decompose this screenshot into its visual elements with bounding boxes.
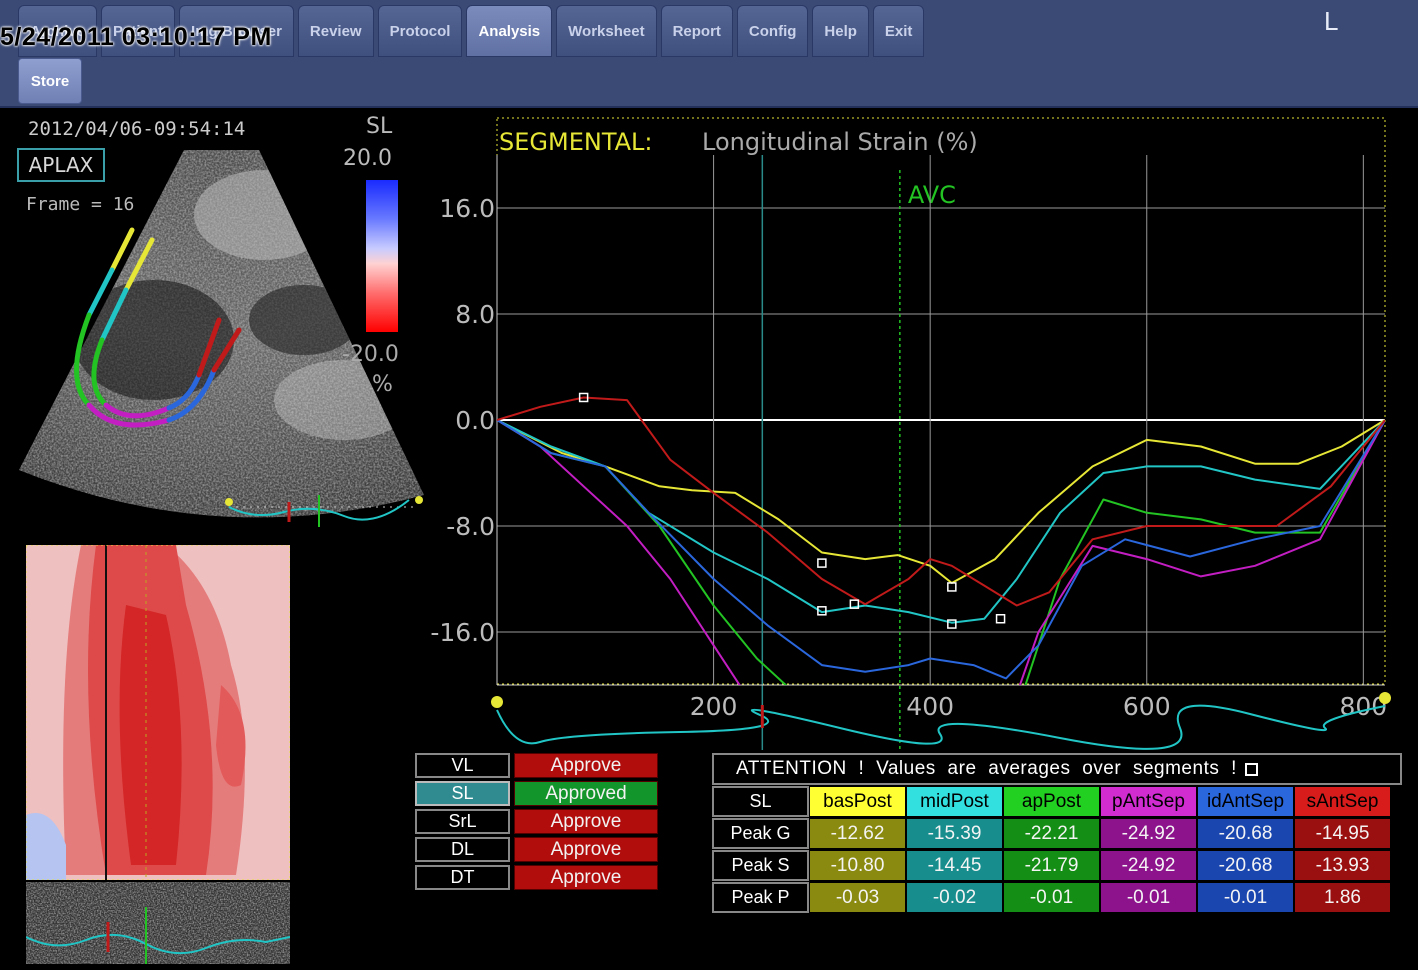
table-cell: -12.62 xyxy=(809,818,906,849)
tab-exit[interactable]: Exit xyxy=(872,5,925,57)
table-cell: -0.01 xyxy=(1100,882,1197,913)
table-corner-label: SL xyxy=(712,786,809,817)
measurement-vl[interactable]: VL xyxy=(415,753,510,778)
table-cell: -21.79 xyxy=(1003,850,1100,881)
table-cell: -22.21 xyxy=(1003,818,1100,849)
table-cell: -13.93 xyxy=(1294,850,1391,881)
table-row: Peak G -12.62 -15.39 -22.21 -24.92 -20.68 -14.… xyxy=(712,818,1402,849)
avc-label: AVC xyxy=(908,181,956,209)
attention-banner: ATTENTION ! Values are averages over seg… xyxy=(712,753,1402,785)
table-row: Peak S -10.80 -14.45 -21.79 -24.92 -20.68 -13.… xyxy=(712,850,1402,881)
segment-values-table: ATTENTION ! Values are averages over seg… xyxy=(712,753,1402,913)
table-cell: -20.68 xyxy=(1197,818,1294,849)
segment-header: idAntSep xyxy=(1197,786,1294,817)
tab-worksheet[interactable]: Worksheet xyxy=(556,5,657,57)
mini-mmode-strip xyxy=(26,882,290,964)
status-row: SrL Approve xyxy=(415,809,658,834)
row-label: Peak P xyxy=(712,882,809,913)
ecg-start-handle[interactable] xyxy=(491,696,503,708)
table-cell: -0.01 xyxy=(1197,882,1294,913)
measurement-sl[interactable]: SL xyxy=(415,781,510,806)
colorbar-min: -20.0 xyxy=(342,342,399,367)
view-label: APLAX xyxy=(17,148,105,182)
table-row: Peak P -0.03 -0.02 -0.01 -0.01 -0.01 1.86 xyxy=(712,882,1402,913)
segment-header: midPost xyxy=(906,786,1003,817)
table-cell: -14.95 xyxy=(1294,818,1391,849)
chart-title: SEGMENTAL: xyxy=(499,128,653,156)
tab-review[interactable]: Review xyxy=(297,5,374,57)
segment-header: apPost xyxy=(1003,786,1100,817)
segment-header: sAntSep xyxy=(1294,786,1391,817)
colorbar-title: SL xyxy=(366,114,393,139)
curved-mmode-map[interactable] xyxy=(26,545,290,880)
attention-checkbox[interactable] xyxy=(1244,762,1258,776)
status-row: DL Approve xyxy=(415,837,658,862)
segmental-strain-chart[interactable]: SEGMENTAL: Longitudinal Strain (%) AVC 1… xyxy=(420,110,1418,750)
tab-help[interactable]: Help xyxy=(812,5,869,57)
y-tick-label: -8.0 xyxy=(446,512,495,541)
approve-button-vl[interactable]: Approve xyxy=(514,753,658,778)
y-tick-label: -16.0 xyxy=(430,618,495,647)
measurement-dl[interactable]: DL xyxy=(415,837,510,862)
x-tick-label: 600 xyxy=(1123,692,1171,721)
table-cell: -10.80 xyxy=(809,850,906,881)
row-label: Peak G xyxy=(712,818,809,849)
measurement-status-list: VL Approve SL Approved SrL Approve DL Approve DT… xyxy=(415,753,658,893)
frame-counter: Frame = 16 xyxy=(26,194,135,215)
system-datetime: 5/24/2011 03:10:17 PM xyxy=(0,23,272,51)
chart-subtitle: Longitudinal Strain (%) xyxy=(702,128,978,156)
ecg-end-handle[interactable] xyxy=(1379,692,1391,704)
table-cell: 1.86 xyxy=(1294,882,1391,913)
peak-marker xyxy=(947,582,957,592)
series-line-midPost xyxy=(497,419,1385,624)
scan-datetime: 2012/04/06-09:54:14 xyxy=(28,118,246,140)
y-tick-label: 16.0 xyxy=(439,194,495,223)
y-tick-label: 0.0 xyxy=(455,406,495,435)
row-label: Peak S xyxy=(712,850,809,881)
table-cell: -20.68 xyxy=(1197,850,1294,881)
tab-report[interactable]: Report xyxy=(660,5,733,57)
approve-button-dt[interactable]: Approve xyxy=(514,865,658,890)
y-tick-label: 8.0 xyxy=(455,300,495,329)
peak-marker xyxy=(817,558,827,568)
approve-button-srl[interactable]: Approve xyxy=(514,809,658,834)
status-row: DT Approve xyxy=(415,865,658,890)
top-toolbar: Archive Patient Img Browser Review Protocol A… xyxy=(0,0,1418,108)
tab-protocol[interactable]: Protocol xyxy=(377,5,463,57)
measurement-dt[interactable]: DT xyxy=(415,865,510,890)
table-cell: -0.02 xyxy=(906,882,1003,913)
tab-config[interactable]: Config xyxy=(736,5,809,57)
measurement-srl[interactable]: SrL xyxy=(415,809,510,834)
colorbar-max: 20.0 xyxy=(343,146,392,171)
table-cell: -24.92 xyxy=(1100,850,1197,881)
tab-analysis[interactable]: Analysis xyxy=(466,5,553,57)
segment-header: pAntSep xyxy=(1100,786,1197,817)
side-indicator: L xyxy=(1324,6,1339,36)
table-cell: -15.39 xyxy=(906,818,1003,849)
table-cell: -24.92 xyxy=(1100,818,1197,849)
status-row: VL Approve xyxy=(415,753,658,778)
table-cell: -0.03 xyxy=(809,882,906,913)
segment-header: basPost xyxy=(809,786,906,817)
peak-marker xyxy=(995,614,1006,624)
table-cell: -14.45 xyxy=(906,850,1003,881)
store-button[interactable]: Store xyxy=(18,58,82,104)
colorbar-unit: % xyxy=(372,372,393,397)
series-line-basPost xyxy=(497,419,1385,584)
approve-button-sl[interactable]: Approved xyxy=(514,781,658,806)
segment-header-row: SL basPost midPost apPost pAntSep idAntSep sAn… xyxy=(712,786,1402,817)
x-tick-label: 400 xyxy=(906,692,954,721)
x-tick-label: 200 xyxy=(690,692,738,721)
table-cell: -0.01 xyxy=(1003,882,1100,913)
attention-text: ATTENTION ! Values are averages over seg… xyxy=(736,758,1237,779)
approve-button-dl[interactable]: Approve xyxy=(514,837,658,862)
status-row: SL Approved xyxy=(415,781,658,806)
colorbar xyxy=(366,180,398,332)
series-line-midAntSept xyxy=(497,419,1385,680)
